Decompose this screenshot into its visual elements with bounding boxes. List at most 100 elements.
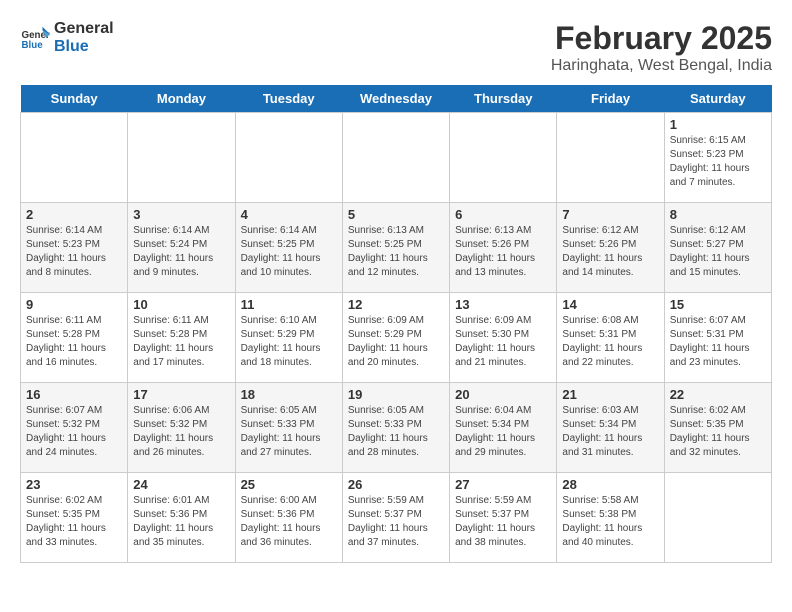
day-number: 15 [670, 297, 766, 312]
day-number: 22 [670, 387, 766, 402]
day-number: 17 [133, 387, 229, 402]
day-info: Sunrise: 6:14 AM Sunset: 5:24 PM Dayligh… [133, 224, 229, 280]
day-number: 24 [133, 477, 229, 492]
calendar-cell: 15 Sunrise: 6:07 AM Sunset: 5:31 PM Dayli… [664, 293, 771, 383]
day-info: Sunrise: 6:05 AM Sunset: 5:33 PM Dayligh… [241, 404, 337, 460]
day-number: 13 [455, 297, 551, 312]
week-row-2: 2 Sunrise: 6:14 AM Sunset: 5:23 PM Daylig… [21, 203, 772, 293]
day-info: Sunrise: 6:01 AM Sunset: 5:36 PM Dayligh… [133, 494, 229, 550]
day-number: 14 [562, 297, 658, 312]
calendar-cell: 24 Sunrise: 6:01 AM Sunset: 5:36 PM Dayli… [128, 473, 235, 563]
calendar-cell: 1Sunrise: 6:15 AM Sunset: 5:23 PM Daylig… [664, 113, 771, 203]
day-number: 12 [348, 297, 444, 312]
day-info: Sunrise: 5:59 AM Sunset: 5:37 PM Dayligh… [348, 494, 444, 550]
day-info: Sunrise: 6:08 AM Sunset: 5:31 PM Dayligh… [562, 314, 658, 370]
column-header-sunday: Sunday [21, 85, 128, 113]
day-info: Sunrise: 6:14 AM Sunset: 5:23 PM Dayligh… [26, 224, 122, 280]
calendar-cell: 22 Sunrise: 6:02 AM Sunset: 5:35 PM Dayli… [664, 383, 771, 473]
calendar-cell: 9 Sunrise: 6:11 AM Sunset: 5:28 PM Daylig… [21, 293, 128, 383]
subtitle: Haringhata, West Bengal, India [551, 57, 772, 75]
day-info: Sunrise: 6:12 AM Sunset: 5:26 PM Dayligh… [562, 224, 658, 280]
calendar-cell: 16Sunrise: 6:07 AM Sunset: 5:32 PM Dayli… [21, 383, 128, 473]
day-info: Sunrise: 6:10 AM Sunset: 5:29 PM Dayligh… [241, 314, 337, 370]
calendar-cell: 27 Sunrise: 5:59 AM Sunset: 5:37 PM Dayli… [450, 473, 557, 563]
week-row-1: 1Sunrise: 6:15 AM Sunset: 5:23 PM Daylig… [21, 113, 772, 203]
day-number: 10 [133, 297, 229, 312]
column-header-tuesday: Tuesday [235, 85, 342, 113]
day-number: 26 [348, 477, 444, 492]
title-area: February 2025 Haringhata, West Bengal, I… [551, 20, 772, 75]
day-info: Sunrise: 6:02 AM Sunset: 5:35 PM Dayligh… [26, 494, 122, 550]
calendar-cell: 23 Sunrise: 6:02 AM Sunset: 5:35 PM Dayli… [21, 473, 128, 563]
day-info: Sunrise: 6:04 AM Sunset: 5:34 PM Dayligh… [455, 404, 551, 460]
logo-general: General [54, 20, 114, 38]
day-info: Sunrise: 5:59 AM Sunset: 5:37 PM Dayligh… [455, 494, 551, 550]
week-row-3: 9 Sunrise: 6:11 AM Sunset: 5:28 PM Daylig… [21, 293, 772, 383]
calendar-cell: 13 Sunrise: 6:09 AM Sunset: 5:30 PM Dayli… [450, 293, 557, 383]
column-header-saturday: Saturday [664, 85, 771, 113]
header-row: SundayMondayTuesdayWednesdayThursdayFrid… [21, 85, 772, 113]
logo: General Blue General Blue [20, 20, 114, 55]
day-number: 4 [241, 207, 337, 222]
logo-icon: General Blue [20, 23, 50, 53]
day-number: 25 [241, 477, 337, 492]
page-header: General Blue General Blue February 2025 … [20, 20, 772, 75]
day-number: 9 [26, 297, 122, 312]
calendar-cell [21, 113, 128, 203]
calendar-cell: 8 Sunrise: 6:12 AM Sunset: 5:27 PM Daylig… [664, 203, 771, 293]
day-info: Sunrise: 6:06 AM Sunset: 5:32 PM Dayligh… [133, 404, 229, 460]
calendar-cell: 25Sunrise: 6:00 AM Sunset: 5:36 PM Dayli… [235, 473, 342, 563]
day-number: 18 [241, 387, 337, 402]
week-row-4: 16Sunrise: 6:07 AM Sunset: 5:32 PM Dayli… [21, 383, 772, 473]
day-number: 3 [133, 207, 229, 222]
calendar-cell: 5 Sunrise: 6:13 AM Sunset: 5:25 PM Daylig… [342, 203, 449, 293]
column-header-wednesday: Wednesday [342, 85, 449, 113]
calendar-cell: 3 Sunrise: 6:14 AM Sunset: 5:24 PM Daylig… [128, 203, 235, 293]
day-info: Sunrise: 6:09 AM Sunset: 5:29 PM Dayligh… [348, 314, 444, 370]
day-number: 28 [562, 477, 658, 492]
day-number: 8 [670, 207, 766, 222]
day-info: Sunrise: 6:12 AM Sunset: 5:27 PM Dayligh… [670, 224, 766, 280]
day-number: 7 [562, 207, 658, 222]
calendar-cell [342, 113, 449, 203]
day-info: Sunrise: 6:05 AM Sunset: 5:33 PM Dayligh… [348, 404, 444, 460]
day-number: 27 [455, 477, 551, 492]
calendar-cell: 26 Sunrise: 5:59 AM Sunset: 5:37 PM Dayli… [342, 473, 449, 563]
calendar-cell: 14 Sunrise: 6:08 AM Sunset: 5:31 PM Dayli… [557, 293, 664, 383]
calendar-cell: 21 Sunrise: 6:03 AM Sunset: 5:34 PM Dayli… [557, 383, 664, 473]
column-header-thursday: Thursday [450, 85, 557, 113]
calendar-cell: 7 Sunrise: 6:12 AM Sunset: 5:26 PM Daylig… [557, 203, 664, 293]
day-info: Sunrise: 6:02 AM Sunset: 5:35 PM Dayligh… [670, 404, 766, 460]
day-number: 5 [348, 207, 444, 222]
calendar-cell [664, 473, 771, 563]
day-info: Sunrise: 6:11 AM Sunset: 5:28 PM Dayligh… [133, 314, 229, 370]
day-info: Sunrise: 6:13 AM Sunset: 5:25 PM Dayligh… [348, 224, 444, 280]
calendar-cell: 19 Sunrise: 6:05 AM Sunset: 5:33 PM Dayli… [342, 383, 449, 473]
calendar-cell: 4 Sunrise: 6:14 AM Sunset: 5:25 PM Daylig… [235, 203, 342, 293]
day-number: 6 [455, 207, 551, 222]
day-info: Sunrise: 6:11 AM Sunset: 5:28 PM Dayligh… [26, 314, 122, 370]
day-number: 20 [455, 387, 551, 402]
day-info: Sunrise: 6:15 AM Sunset: 5:23 PM Dayligh… [670, 134, 766, 190]
day-number: 23 [26, 477, 122, 492]
calendar-table: SundayMondayTuesdayWednesdayThursdayFrid… [20, 85, 772, 563]
calendar-cell [557, 113, 664, 203]
day-info: Sunrise: 5:58 AM Sunset: 5:38 PM Dayligh… [562, 494, 658, 550]
day-info: Sunrise: 6:03 AM Sunset: 5:34 PM Dayligh… [562, 404, 658, 460]
column-header-monday: Monday [128, 85, 235, 113]
calendar-cell: 11Sunrise: 6:10 AM Sunset: 5:29 PM Dayli… [235, 293, 342, 383]
calendar-cell: 18 Sunrise: 6:05 AM Sunset: 5:33 PM Dayli… [235, 383, 342, 473]
day-info: Sunrise: 6:09 AM Sunset: 5:30 PM Dayligh… [455, 314, 551, 370]
day-info: Sunrise: 6:07 AM Sunset: 5:31 PM Dayligh… [670, 314, 766, 370]
day-info: Sunrise: 6:14 AM Sunset: 5:25 PM Dayligh… [241, 224, 337, 280]
calendar-cell: 12 Sunrise: 6:09 AM Sunset: 5:29 PM Dayli… [342, 293, 449, 383]
day-number: 19 [348, 387, 444, 402]
calendar-cell: 20 Sunrise: 6:04 AM Sunset: 5:34 PM Dayli… [450, 383, 557, 473]
day-number: 2 [26, 207, 122, 222]
calendar-cell: 2 Sunrise: 6:14 AM Sunset: 5:23 PM Daylig… [21, 203, 128, 293]
calendar-cell: 10 Sunrise: 6:11 AM Sunset: 5:28 PM Dayli… [128, 293, 235, 383]
day-number: 21 [562, 387, 658, 402]
calendar-cell [450, 113, 557, 203]
week-row-5: 23 Sunrise: 6:02 AM Sunset: 5:35 PM Dayli… [21, 473, 772, 563]
day-info: Sunrise: 6:07 AM Sunset: 5:32 PM Dayligh… [26, 404, 122, 460]
